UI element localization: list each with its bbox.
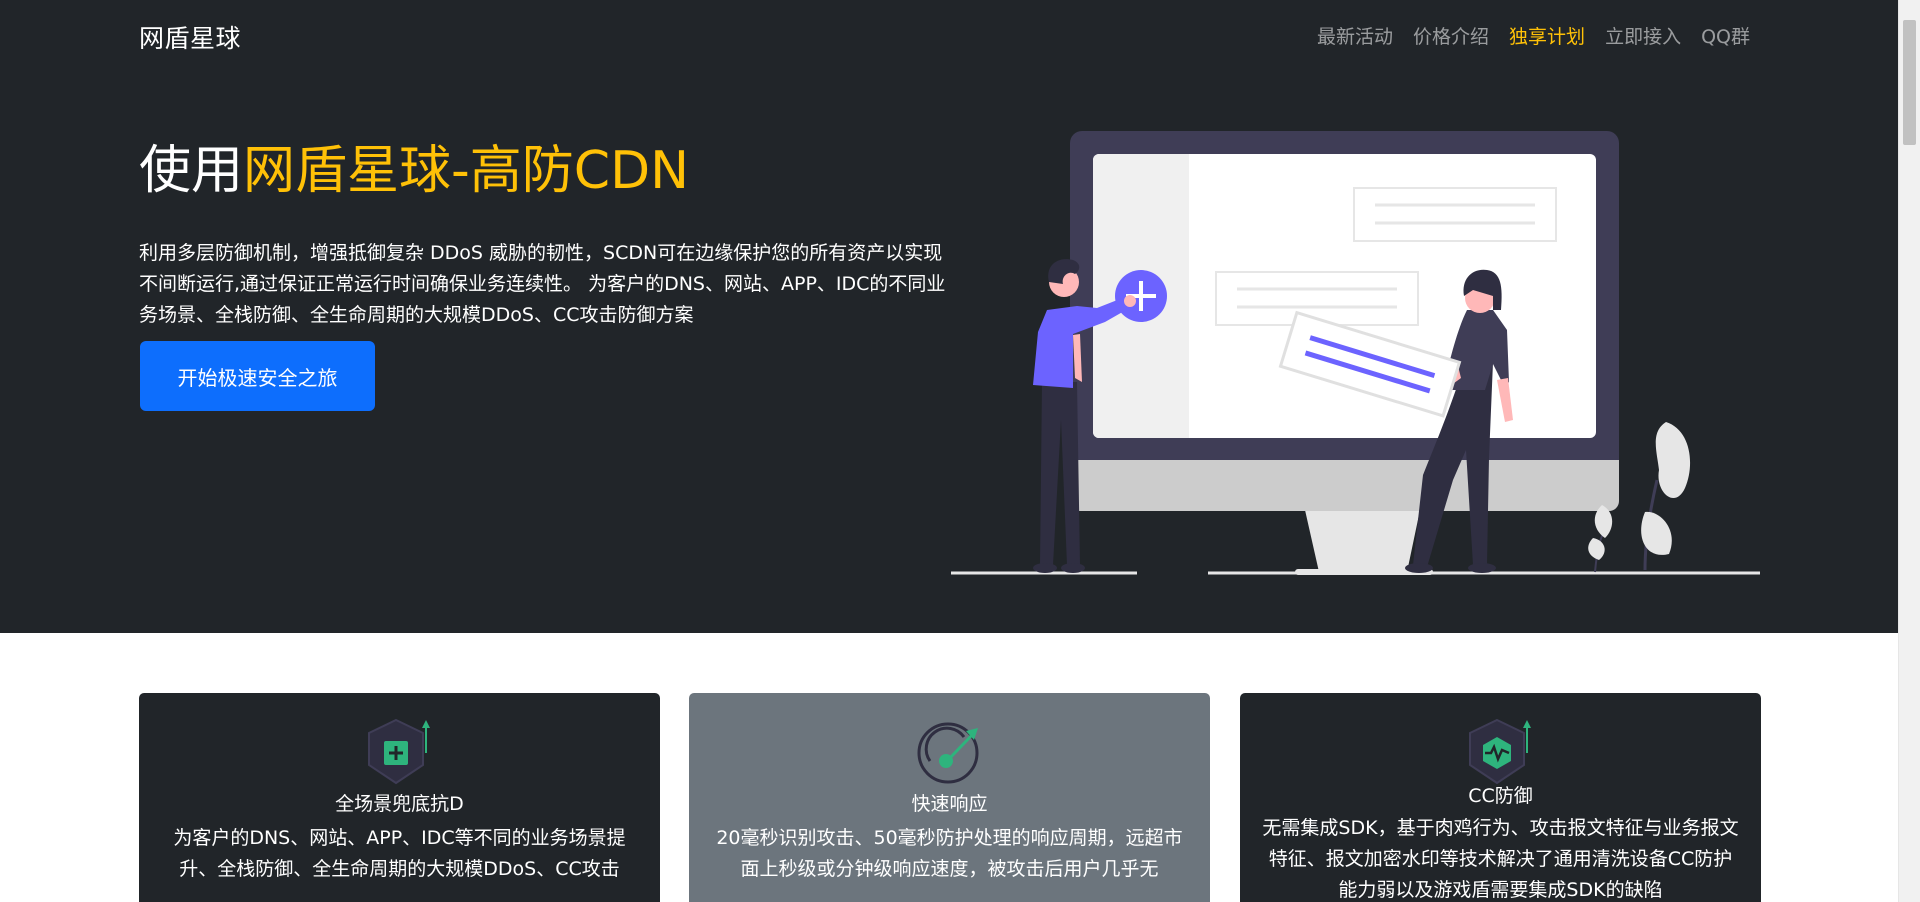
start-journey-button[interactable]: 开始极速安全之旅 — [140, 341, 375, 411]
feature-title: 快速响应 — [911, 793, 988, 815]
hero-description: 利用多层防御机制，增强抵御复杂 DDoS 威胁的韧性，SCDN可在边缘保护您的所… — [139, 242, 946, 326]
nav-link-qq-group[interactable]: QQ群 — [1701, 22, 1750, 49]
nav-link-get-started[interactable]: 立即接入 — [1605, 22, 1681, 49]
feature-card-anti-ddos: 全场景兜底抗D 为客户的DNS、网站、APP、IDC等不同的业务场景提升、全栈防… — [139, 693, 660, 902]
feature-card-fast-response: 快速响应 20毫秒识别攻击、50毫秒防护处理的响应周期，远超市面上秒级或分钟级响… — [689, 693, 1210, 902]
page: 网盾星球 最新活动 价格介绍 独享计划 立即接入 QQ群 使用网盾星球-高防CD… — [0, 0, 1920, 902]
brand-logo[interactable]: 网盾星球 — [139, 19, 241, 55]
feature-title: CC防御 — [1468, 785, 1533, 807]
feature-text: 20毫秒识别攻击、50毫秒防护处理的响应周期，远超市面上秒级或分钟级响应速度，被… — [716, 827, 1183, 880]
feature-text: 无需集成SDK，基于肉鸡行为、攻击报文特征与业务报文特征、报文加密水印等技术解决… — [1262, 817, 1739, 901]
nav-link-latest-activity[interactable]: 最新活动 — [1317, 22, 1393, 49]
hero-section: 网盾星球 最新活动 价格介绍 独享计划 立即接入 QQ群 使用网盾星球-高防CD… — [0, 0, 1898, 633]
hero-title-highlight: 网盾星球-高防CDN — [243, 141, 690, 201]
nav-links: 最新活动 价格介绍 独享计划 立即接入 QQ群 — [1317, 22, 1750, 49]
hero-illustration — [951, 131, 1760, 575]
nav-link-pricing[interactable]: 价格介绍 — [1413, 22, 1489, 49]
shield-plus-icon — [367, 718, 430, 785]
shield-pulse-icon — [1468, 718, 1531, 785]
hero-title: 使用网盾星球-高防CDN — [139, 128, 689, 203]
feature-card-cc-defense: CC防御 无需集成SDK，基于肉鸡行为、攻击报文特征与业务报文特征、报文加密水印… — [1240, 693, 1761, 902]
feature-title: 全场景兜底抗D — [335, 793, 464, 815]
speedometer-icon — [917, 722, 978, 784]
navbar: 网盾星球 最新活动 价格介绍 独享计划 立即接入 QQ群 — [0, 0, 1898, 72]
hero-title-prefix: 使用 — [139, 141, 244, 201]
nav-link-exclusive-plan[interactable]: 独享计划 — [1509, 22, 1585, 49]
feature-text: 为客户的DNS、网站、APP、IDC等不同的业务场景提升、全栈防御、全生命周期的… — [173, 827, 626, 880]
scrollbar-thumb[interactable] — [1903, 20, 1916, 145]
page-scrollbar[interactable] — [1898, 0, 1920, 902]
